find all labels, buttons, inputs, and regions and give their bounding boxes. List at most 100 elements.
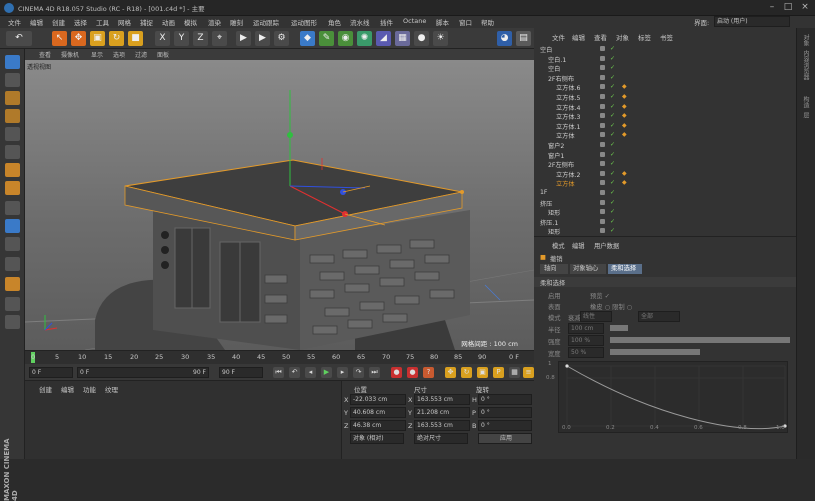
tag-icon[interactable]: ◆ bbox=[622, 103, 627, 110]
object-row[interactable]: 矩形 ✓ bbox=[534, 207, 796, 217]
material-menu-item[interactable]: 纹理 bbox=[105, 384, 118, 394]
recent-tool-icon[interactable]: ■ bbox=[128, 31, 143, 46]
layer-icon[interactable] bbox=[600, 122, 605, 128]
viewport-menu-item[interactable]: 过滤 bbox=[135, 50, 147, 59]
tag-icon[interactable]: ◆ bbox=[622, 83, 627, 90]
falloff-graph[interactable] bbox=[558, 361, 788, 433]
next-key-icon[interactable]: ↷ bbox=[353, 367, 364, 378]
coord-system-icon[interactable]: ⌖ bbox=[212, 31, 227, 46]
start-frame-field[interactable]: 0 F bbox=[29, 367, 73, 378]
play-icon[interactable]: ▶ bbox=[321, 367, 332, 378]
viewport-menu-item[interactable]: 面板 bbox=[157, 50, 169, 59]
material-menu-item[interactable]: 功能 bbox=[83, 384, 96, 394]
object-row[interactable]: 窗户2 ✓ bbox=[534, 140, 796, 150]
key-move-icon[interactable]: ✥ bbox=[445, 367, 456, 378]
x-axis-icon[interactable]: X bbox=[155, 31, 170, 46]
object-menu-item[interactable]: 书签 bbox=[660, 32, 673, 42]
key-rotate-icon[interactable]: ↻ bbox=[461, 367, 472, 378]
layer-icon[interactable] bbox=[600, 65, 605, 71]
next-frame-icon[interactable]: ▸ bbox=[337, 367, 348, 378]
points-mode-icon[interactable] bbox=[5, 127, 20, 141]
size-x-field[interactable]: 163.553 cm bbox=[414, 394, 470, 405]
go-start-icon[interactable]: ⏮ bbox=[273, 367, 284, 378]
move-tool-icon[interactable]: ✥ bbox=[71, 31, 86, 46]
visibility-icon[interactable]: ✓ bbox=[610, 131, 615, 138]
layer-icon[interactable] bbox=[600, 228, 605, 234]
object-row[interactable]: 立方体.4 ✓ ◆ bbox=[534, 102, 796, 112]
rot-h-field[interactable]: 0 ° bbox=[478, 394, 532, 405]
object-row[interactable]: 立方体 ✓ ◆ bbox=[534, 130, 796, 140]
object-row[interactable]: 2F左侧布 ✓ bbox=[534, 159, 796, 169]
menu-item[interactable]: 选择 bbox=[74, 17, 87, 27]
layer-icon[interactable] bbox=[600, 113, 605, 119]
close-icon[interactable]: × bbox=[798, 1, 812, 14]
autokey-icon[interactable]: ● bbox=[407, 367, 418, 378]
falloff-select[interactable]: 线性 bbox=[580, 311, 612, 322]
object-menu-item[interactable]: 查看 bbox=[594, 32, 607, 42]
visibility-icon[interactable]: ✓ bbox=[610, 112, 615, 119]
layer-icon[interactable] bbox=[600, 132, 605, 138]
workplane-icon[interactable] bbox=[5, 109, 20, 123]
deformer-icon[interactable]: ◢ bbox=[376, 31, 391, 46]
attr-menu-item[interactable]: 模式 bbox=[552, 241, 565, 250]
layout-icon[interactable]: ▤ bbox=[516, 31, 531, 46]
viewport-menu-item[interactable]: 选项 bbox=[113, 50, 125, 59]
make-editable-icon[interactable] bbox=[5, 55, 20, 69]
tab-axis[interactable]: 轴向 bbox=[540, 264, 568, 274]
camera-icon[interactable]: ● bbox=[414, 31, 429, 46]
interface-select[interactable]: 启动 (用户) bbox=[714, 16, 790, 27]
rotate-tool-icon[interactable]: ↻ bbox=[109, 31, 124, 46]
tab-object-axis[interactable]: 对象轴心 bbox=[570, 264, 606, 274]
solo-icon[interactable] bbox=[5, 297, 20, 311]
paint-icon[interactable] bbox=[5, 277, 20, 291]
maximize-icon[interactable]: □ bbox=[781, 1, 795, 14]
tag-icon[interactable]: ◆ bbox=[622, 112, 627, 119]
tab-structure[interactable]: 构造 bbox=[801, 96, 810, 108]
render-settings-icon[interactable]: ⚙ bbox=[274, 31, 289, 46]
layer-icon[interactable] bbox=[600, 84, 605, 90]
pos-x-field[interactable]: -22.033 cm bbox=[350, 394, 406, 405]
object-row[interactable]: 2F右侧布 ✓ bbox=[534, 73, 796, 83]
strength-field[interactable]: 100 % bbox=[568, 335, 604, 346]
menu-item[interactable]: 动画 bbox=[162, 17, 175, 27]
visibility-icon[interactable]: ✓ bbox=[610, 227, 615, 234]
visibility-icon[interactable]: ✓ bbox=[610, 218, 615, 225]
viewport-menu-item[interactable]: 查看 bbox=[39, 50, 51, 59]
width-slider[interactable] bbox=[610, 349, 700, 355]
tag-icon[interactable]: ◆ bbox=[622, 131, 627, 138]
object-row[interactable]: 挤压 ✓ bbox=[534, 198, 796, 208]
visibility-icon[interactable]: ✓ bbox=[610, 74, 615, 81]
menu-item[interactable]: 捕捉 bbox=[140, 17, 153, 27]
material-menu-item[interactable]: 编辑 bbox=[61, 384, 74, 394]
menu-item[interactable]: 运动跟踪 bbox=[253, 17, 279, 27]
layer-icon[interactable] bbox=[600, 218, 605, 224]
attr-menu-item[interactable]: 编辑 bbox=[572, 241, 585, 250]
floor-icon[interactable]: ▦ bbox=[395, 31, 410, 46]
rot-p-field[interactable]: 0 ° bbox=[478, 407, 532, 418]
menu-item[interactable]: 模拟 bbox=[184, 17, 197, 27]
layer-icon[interactable] bbox=[600, 180, 605, 186]
visibility-icon[interactable]: ✓ bbox=[610, 45, 615, 52]
layer-icon[interactable] bbox=[600, 103, 605, 109]
key-scale-icon[interactable]: ▣ bbox=[477, 367, 488, 378]
go-end-icon[interactable]: ⏭ bbox=[369, 367, 380, 378]
menu-item[interactable]: 编辑 bbox=[30, 17, 43, 27]
tag-icon[interactable]: ◆ bbox=[622, 179, 627, 186]
object-name[interactable]: 1F bbox=[540, 189, 548, 196]
tab-soft-selection[interactable]: 柔和选择 bbox=[608, 264, 642, 274]
render-picture-icon[interactable]: ▶ bbox=[255, 31, 270, 46]
object-row[interactable]: 立方体 ✓ ◆ bbox=[534, 178, 796, 188]
lock-icon[interactable] bbox=[5, 237, 20, 251]
pos-z-field[interactable]: 46.38 cm bbox=[350, 420, 406, 431]
size-y-field[interactable]: 21.208 cm bbox=[414, 407, 470, 418]
scale-tool-icon[interactable]: ▣ bbox=[90, 31, 105, 46]
object-row[interactable]: 空白.1 ✓ bbox=[534, 54, 796, 64]
model-mode-icon[interactable] bbox=[5, 73, 20, 87]
radius-field[interactable]: 100 cm bbox=[568, 323, 604, 334]
menu-item[interactable]: 窗口 bbox=[459, 17, 472, 27]
object-row[interactable]: 立方体.6 ✓ ◆ bbox=[534, 82, 796, 92]
menu-item[interactable]: 帮助 bbox=[481, 17, 494, 27]
object-row[interactable]: 空白 ✓ bbox=[534, 44, 796, 54]
layer-icon[interactable] bbox=[600, 161, 605, 167]
object-row[interactable]: 空白 ✓ bbox=[534, 63, 796, 73]
